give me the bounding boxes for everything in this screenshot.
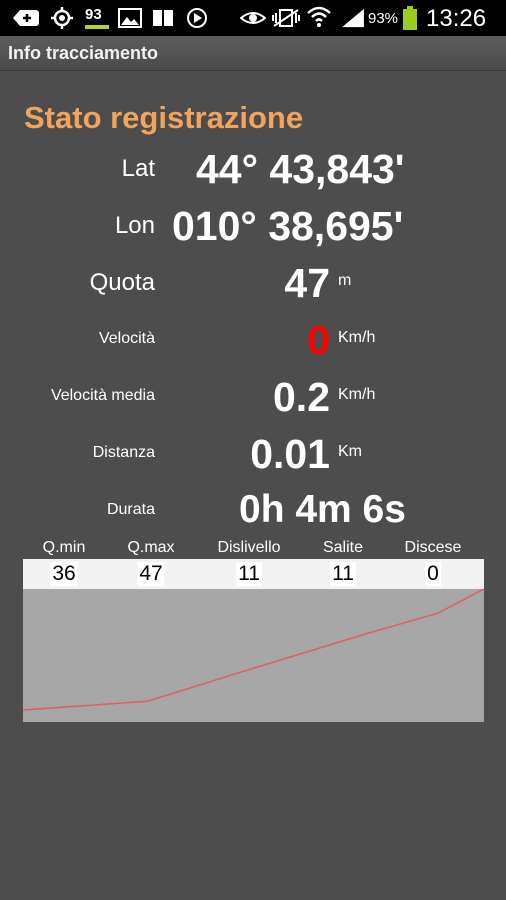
stats-value-qmin: 36 (50, 562, 78, 586)
avg-speed-unit: Km/h (338, 386, 376, 403)
lat-label: Lat (121, 155, 155, 182)
avg-speed-label: Velocità media (50, 387, 155, 404)
gps-icon (51, 7, 73, 29)
duration-value: 0h 4m 6s (239, 488, 406, 531)
distance-unit: Km (338, 443, 362, 460)
quota-value: 47 (284, 260, 330, 306)
altitude-line (23, 589, 484, 711)
clock: 13:26 (426, 5, 487, 32)
badge-number: 93 (85, 6, 102, 23)
action-bar: Info tracciamento (0, 36, 506, 71)
stats-header-qmin: Q.min (42, 539, 86, 556)
stats-header-dislivello: Dislivello (217, 539, 281, 556)
altitude-point (368, 632, 370, 634)
status-bar: 93 93% 13:26 (0, 0, 506, 36)
lat-value: 44° 43,843' (196, 146, 405, 192)
lon-label: Lon (114, 212, 155, 239)
distance-value: 0.01 (250, 431, 330, 477)
add-icon (13, 10, 39, 26)
speed-unit: Km/h (338, 329, 376, 346)
quota-label: Quota (89, 269, 155, 296)
stats-header-salite: Salite (322, 539, 364, 556)
image-icon (118, 8, 142, 28)
duration-label: Durata (106, 501, 155, 518)
stats-value-dislivello: 11 (236, 562, 262, 586)
signal-icon (342, 8, 364, 28)
speed-label: Velocità (98, 330, 155, 347)
stats-header-qmax: Q.max (127, 539, 175, 556)
quota-unit: m (338, 272, 352, 289)
altitude-point (253, 667, 254, 669)
stats-value-discese: 0 (425, 562, 441, 586)
altitude-point (147, 700, 148, 702)
avg-speed-value: 0.2 (273, 374, 330, 420)
stats-value-salite: 11 (330, 562, 356, 586)
badge-icon: 93 (85, 6, 109, 30)
altitude-chart-svg (23, 589, 484, 711)
battery-percent: 93% (368, 10, 399, 27)
altitude-point (437, 612, 439, 614)
altitude-chart (23, 589, 484, 722)
vibrate-icon (272, 9, 300, 27)
section-title: Stato registrazione (24, 100, 304, 135)
stats-header-row: Q.min Q.max Dislivello Salite Discese (23, 539, 484, 559)
lon-value: 010° 38,695' (172, 203, 404, 249)
stats-value-row: 36 47 11 11 0 (23, 559, 484, 589)
play-icon (187, 8, 207, 28)
distance-label: Distanza (92, 444, 155, 461)
eye-icon (240, 12, 266, 24)
stats-header-discese: Discese (404, 539, 462, 556)
battery-icon (403, 6, 417, 30)
speed-value: 0 (307, 317, 330, 363)
book-icon (153, 10, 173, 26)
wifi-icon (307, 6, 331, 27)
stats-value-qmax: 47 (137, 562, 165, 586)
action-bar-title: Info tracciamento (8, 43, 159, 63)
